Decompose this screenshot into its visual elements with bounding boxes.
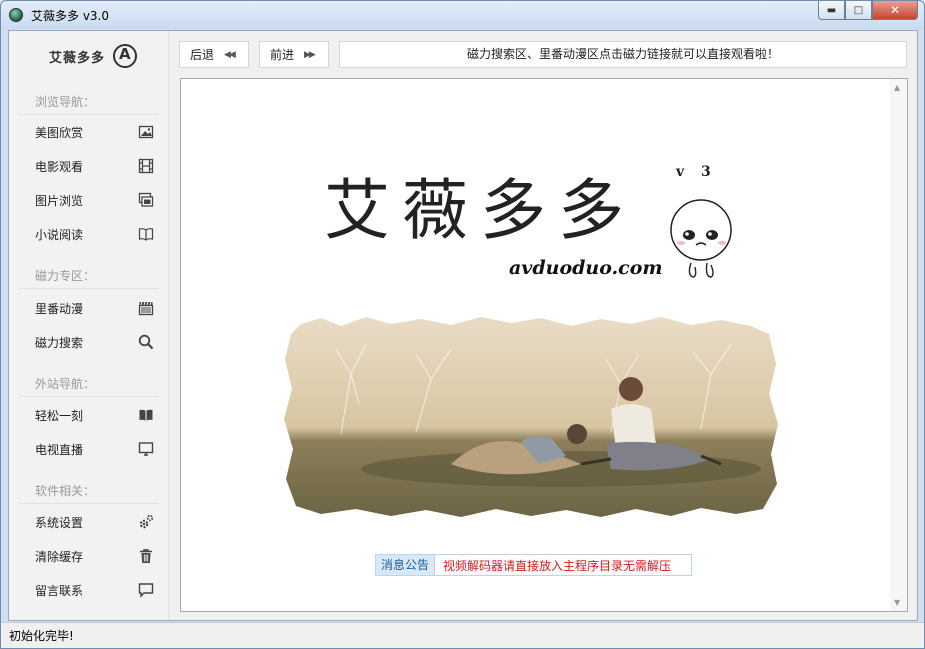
bulletin-tag: 消息公告 xyxy=(376,555,436,575)
app-window: 艾薇多多 v3.0 ▬ □ ✕ 艾薇多多 浏览导航： 美图欣赏 电影观看 图 xyxy=(0,0,925,649)
sidebar-item-label: 留言联系 xyxy=(35,583,84,598)
client-area: 艾薇多多 浏览导航： 美图欣赏 电影观看 图片浏览 小说阅读 磁力专区： xyxy=(8,30,918,621)
gallery-icon xyxy=(138,192,154,207)
section-label-magnet: 磁力专区： xyxy=(35,269,96,283)
divider xyxy=(19,288,159,289)
sidebar-item-novel[interactable]: 小说阅读 xyxy=(9,219,168,249)
window-controls: ▬ □ ✕ xyxy=(818,1,918,21)
sidebar-logo: 艾薇多多 xyxy=(49,44,138,68)
sidebar-item-label: 电影观看 xyxy=(35,159,84,174)
open-book-icon xyxy=(139,409,153,421)
version-label: v 3 xyxy=(676,164,717,180)
sidebar-item-label: 图片浏览 xyxy=(35,193,84,208)
divider xyxy=(19,396,159,397)
sidebar-item-label: 里番动漫 xyxy=(35,301,84,316)
rewind-icon: ◀◀ xyxy=(224,49,236,60)
section-label-external: 外站导航： xyxy=(35,377,96,391)
image-icon xyxy=(138,125,154,139)
clapper-icon xyxy=(138,301,154,316)
sidebar-item-label: 磁力搜索 xyxy=(35,335,84,350)
maximize-button[interactable]: □ xyxy=(845,1,872,20)
minimize-button[interactable]: ▬ xyxy=(818,1,845,20)
banner-photo xyxy=(284,317,778,517)
sidebar-item-label: 电视直播 xyxy=(35,442,84,457)
sidebar-item-tv[interactable]: 电视直播 xyxy=(9,434,168,464)
logo-text: 艾薇多多 xyxy=(49,50,106,66)
status-bar: 初始化完毕! xyxy=(1,622,924,648)
fast-forward-icon: ▶▶ xyxy=(304,49,316,60)
trash-icon xyxy=(140,549,152,563)
notice-bar: 磁力搜索区、里番动漫区点击磁力链接就可以直接观看啦！ xyxy=(339,41,907,68)
scroll-down-icon[interactable]: ▼ xyxy=(894,598,900,607)
app-icon xyxy=(9,8,23,22)
bulletin-text: 视频解码器请直接放入主程序目录无需解压 xyxy=(443,558,672,573)
sidebar-item-clear-cache[interactable]: 清除缓存 xyxy=(9,541,168,571)
sidebar-item-magnet-search[interactable]: 磁力搜索 xyxy=(9,327,168,357)
search-icon xyxy=(138,334,154,350)
section-label-browse: 浏览导航： xyxy=(35,95,96,109)
gear-icon xyxy=(139,514,154,529)
divider xyxy=(19,114,159,115)
sidebar: 艾薇多多 浏览导航： 美图欣赏 电影观看 图片浏览 小说阅读 磁力专区： xyxy=(9,31,169,620)
sidebar-item-label: 美图欣赏 xyxy=(35,125,84,140)
window-title: 艾薇多多 v3.0 xyxy=(31,9,110,23)
site-url: avduoduo.com xyxy=(509,257,663,279)
book-icon xyxy=(138,228,154,241)
status-text: 初始化完毕! xyxy=(9,629,74,643)
sidebar-item-label: 轻松一刻 xyxy=(35,408,84,423)
mascot-image xyxy=(670,199,732,278)
message-icon xyxy=(138,583,154,598)
sidebar-item-anime[interactable]: 里番动漫 xyxy=(9,293,168,323)
sidebar-item-pictures[interactable]: 图片浏览 xyxy=(9,185,168,215)
forward-label: 前进 xyxy=(270,48,295,62)
scroll-up-icon[interactable]: ▲ xyxy=(894,83,900,92)
back-button[interactable]: 后退 ◀◀ xyxy=(179,41,249,68)
vertical-scrollbar[interactable]: ▲ ▼ xyxy=(890,79,907,611)
bulletin-bar: 消息公告 视频解码器请直接放入主程序目录无需解压 xyxy=(375,554,692,576)
content-pane: 艾薇多多 v 3 avduoduo.com 消息公告 视频解码器请直接放入主程序… xyxy=(180,78,908,612)
sidebar-item-meitu[interactable]: 美图欣赏 xyxy=(9,117,168,147)
forward-button[interactable]: 前进 ▶▶ xyxy=(259,41,329,68)
sidebar-item-label: 清除缓存 xyxy=(35,549,84,564)
sidebar-item-settings[interactable]: 系统设置 xyxy=(9,507,168,537)
sidebar-item-relax[interactable]: 轻松一刻 xyxy=(9,400,168,430)
monitor-icon xyxy=(138,442,154,456)
film-icon xyxy=(138,158,154,174)
sidebar-item-movie[interactable]: 电影观看 xyxy=(9,151,168,181)
sidebar-item-contact[interactable]: 留言联系 xyxy=(9,575,168,605)
title-bar: 艾薇多多 v3.0 ▬ □ ✕ xyxy=(1,1,924,29)
brand-title: 艾薇多多 xyxy=(324,172,636,249)
logo-icon xyxy=(113,44,138,68)
sidebar-item-label: 小说阅读 xyxy=(35,227,84,242)
section-label-software: 软件相关： xyxy=(35,484,96,498)
close-button[interactable]: ✕ xyxy=(872,1,918,20)
sidebar-item-label: 系统设置 xyxy=(35,515,84,530)
back-label: 后退 xyxy=(190,48,215,62)
divider xyxy=(19,503,159,504)
